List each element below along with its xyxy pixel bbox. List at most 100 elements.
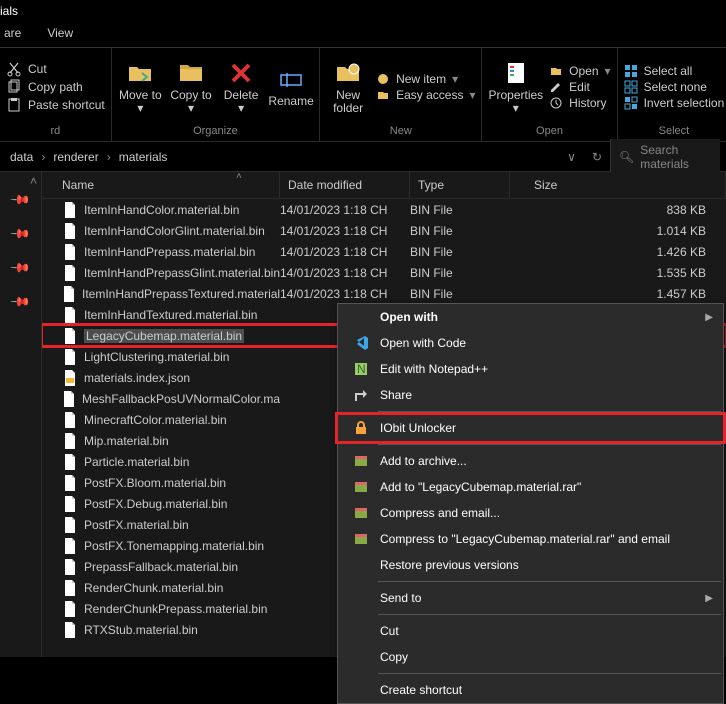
file-icon [62,601,78,617]
menu-copy[interactable]: Copy [338,644,723,670]
group-organize: Move to ▾ Copy to ▾ Delete▾ Rename Organ… [112,48,320,141]
easy-access-icon [376,88,390,102]
open-button[interactable]: Open ▾ [549,64,610,78]
file-date: 14/01/2023 1:18 CH [280,266,410,280]
pin-icon[interactable]: 📌 [9,257,32,280]
edit-button[interactable]: Edit [549,80,610,94]
menu-open-with-code[interactable]: Open with Code [338,330,723,356]
file-icon [62,517,78,533]
new-item-button[interactable]: New item ▾ [376,72,475,86]
search-placeholder: Search materials [640,143,712,171]
file-name: RenderChunk.material.bin [84,581,223,595]
file-icon [62,286,76,302]
menu-open-with[interactable]: Open with▶ [338,304,723,330]
breadcrumb-part[interactable]: materials [115,148,172,166]
copy-path-button[interactable]: Copy path [6,79,105,95]
menu-compress-email[interactable]: Compress and email... [338,500,723,526]
file-row[interactable]: ItemInHandPrepass.material.bin14/01/2023… [42,241,726,262]
file-icon [62,307,78,323]
search-input[interactable]: 🔍︎Search materials [610,139,720,175]
paste-shortcut-button[interactable]: Paste shortcut [6,97,105,113]
refresh-icon[interactable]: ↻ [584,150,610,164]
breadcrumb-part[interactable]: renderer [49,148,102,166]
copy-to-button[interactable]: Copy to ▾ [169,59,213,115]
select-none-button[interactable]: Select none [624,80,725,94]
delete-icon [227,59,255,87]
file-row[interactable]: ItemInHandColor.material.bin14/01/2023 1… [42,199,726,220]
file-icon [62,559,78,575]
rename-button[interactable]: Rename [269,65,313,108]
tab-view[interactable]: View [43,24,77,47]
easy-access-button[interactable]: Easy access ▾ [376,88,475,102]
menu-create-shortcut[interactable]: Create shortcut [338,677,723,703]
history-icon [549,96,563,110]
pin-icon[interactable]: 📌 [9,223,32,246]
file-row[interactable]: ItemInHandColorGlint.material.bin14/01/2… [42,220,726,241]
winrar-icon [352,530,370,548]
notepadpp-icon: N [352,360,370,378]
pin-icon[interactable]: 📌 [9,189,32,212]
rename-icon [277,65,305,93]
breadcrumb-part[interactable]: data [6,148,37,166]
winrar-icon [352,504,370,522]
iobit-icon [352,419,370,437]
file-name: ItemInHandPrepassGlint.material.bin [84,266,280,280]
new-folder-button[interactable]: New folder [326,59,370,115]
delete-button[interactable]: Delete▾ [219,59,263,115]
col-date[interactable]: Date modified [280,172,410,198]
properties-icon [502,59,530,87]
menu-separator [378,444,721,445]
chevron-right-icon: › [103,150,115,164]
file-name: ItemInHandTextured.material.bin [84,308,257,322]
menu-separator [378,614,721,615]
chevron-right-icon: ▶ [705,593,713,604]
menu-add-archive[interactable]: Add to archive... [338,448,723,474]
scissors-icon [6,61,22,77]
file-row[interactable]: ItemInHandPrepassTextured.material.bin14… [42,283,726,304]
file-icon [62,328,78,344]
file-size: 1.014 KB [510,224,726,238]
file-name: PostFX.material.bin [84,518,189,532]
blank-icon [352,556,370,574]
invert-selection-button[interactable]: Invert selection [624,96,725,110]
menu-edit-notepad[interactable]: NEdit with Notepad++ [338,356,723,382]
menu-share[interactable]: Share [338,382,723,408]
col-size[interactable]: Size [510,172,726,198]
file-row[interactable]: ItemInHandPrepassGlint.material.bin14/01… [42,262,726,283]
pin-icon[interactable]: 📌 [9,291,32,314]
file-name: MeshFallbackPosUVNormalColor.mat [82,392,280,406]
menu-send-to[interactable]: Send to▶ [338,585,723,611]
move-to-icon [126,59,154,87]
move-to-button[interactable]: Move to ▾ [118,59,163,115]
chevron-up-icon[interactable]: ˄ [30,174,37,188]
ribbon: Cut Copy path Paste shortcut rd Move to … [0,48,726,142]
menu-iobit-unlocker[interactable]: IObit Unlocker [338,415,723,441]
blank-icon [352,622,370,640]
history-button[interactable]: History [549,96,610,110]
menu-compress-rar-email[interactable]: Compress to "LegacyCubemap.material.rar"… [338,526,723,552]
file-icon [62,370,78,386]
menu-restore-versions[interactable]: Restore previous versions [338,552,723,578]
file-icon [62,580,78,596]
properties-button[interactable]: Properties▾ [488,59,543,115]
group-clipboard: Cut Copy path Paste shortcut rd [0,48,112,141]
blank-icon [352,648,370,666]
tab-share[interactable]: are [0,24,25,47]
col-type[interactable]: Type [410,172,510,198]
file-icon [62,202,78,218]
file-icon [62,496,78,512]
select-all-button[interactable]: Select all [624,64,725,78]
context-menu: Open with▶ Open with Code NEdit with Not… [337,303,724,704]
file-icon [62,454,78,470]
menu-cut[interactable]: Cut [338,618,723,644]
file-name: LightClustering.material.bin [84,350,229,364]
dropdown-icon[interactable]: ∨ [559,150,584,164]
menu-add-rar[interactable]: Add to "LegacyCubemap.material.rar" [338,474,723,500]
winrar-icon [352,478,370,496]
cut-button[interactable]: Cut [6,61,105,77]
breadcrumb[interactable]: data› renderer› materials ∨ ↻ 🔍︎Search m… [0,142,726,172]
quick-access-rail: ˄ 📌 📌 📌 📌 [0,172,42,657]
file-name: PostFX.Tonemapping.material.bin [84,539,264,553]
col-name[interactable]: Name [42,172,280,198]
file-type: BIN File [410,245,510,259]
